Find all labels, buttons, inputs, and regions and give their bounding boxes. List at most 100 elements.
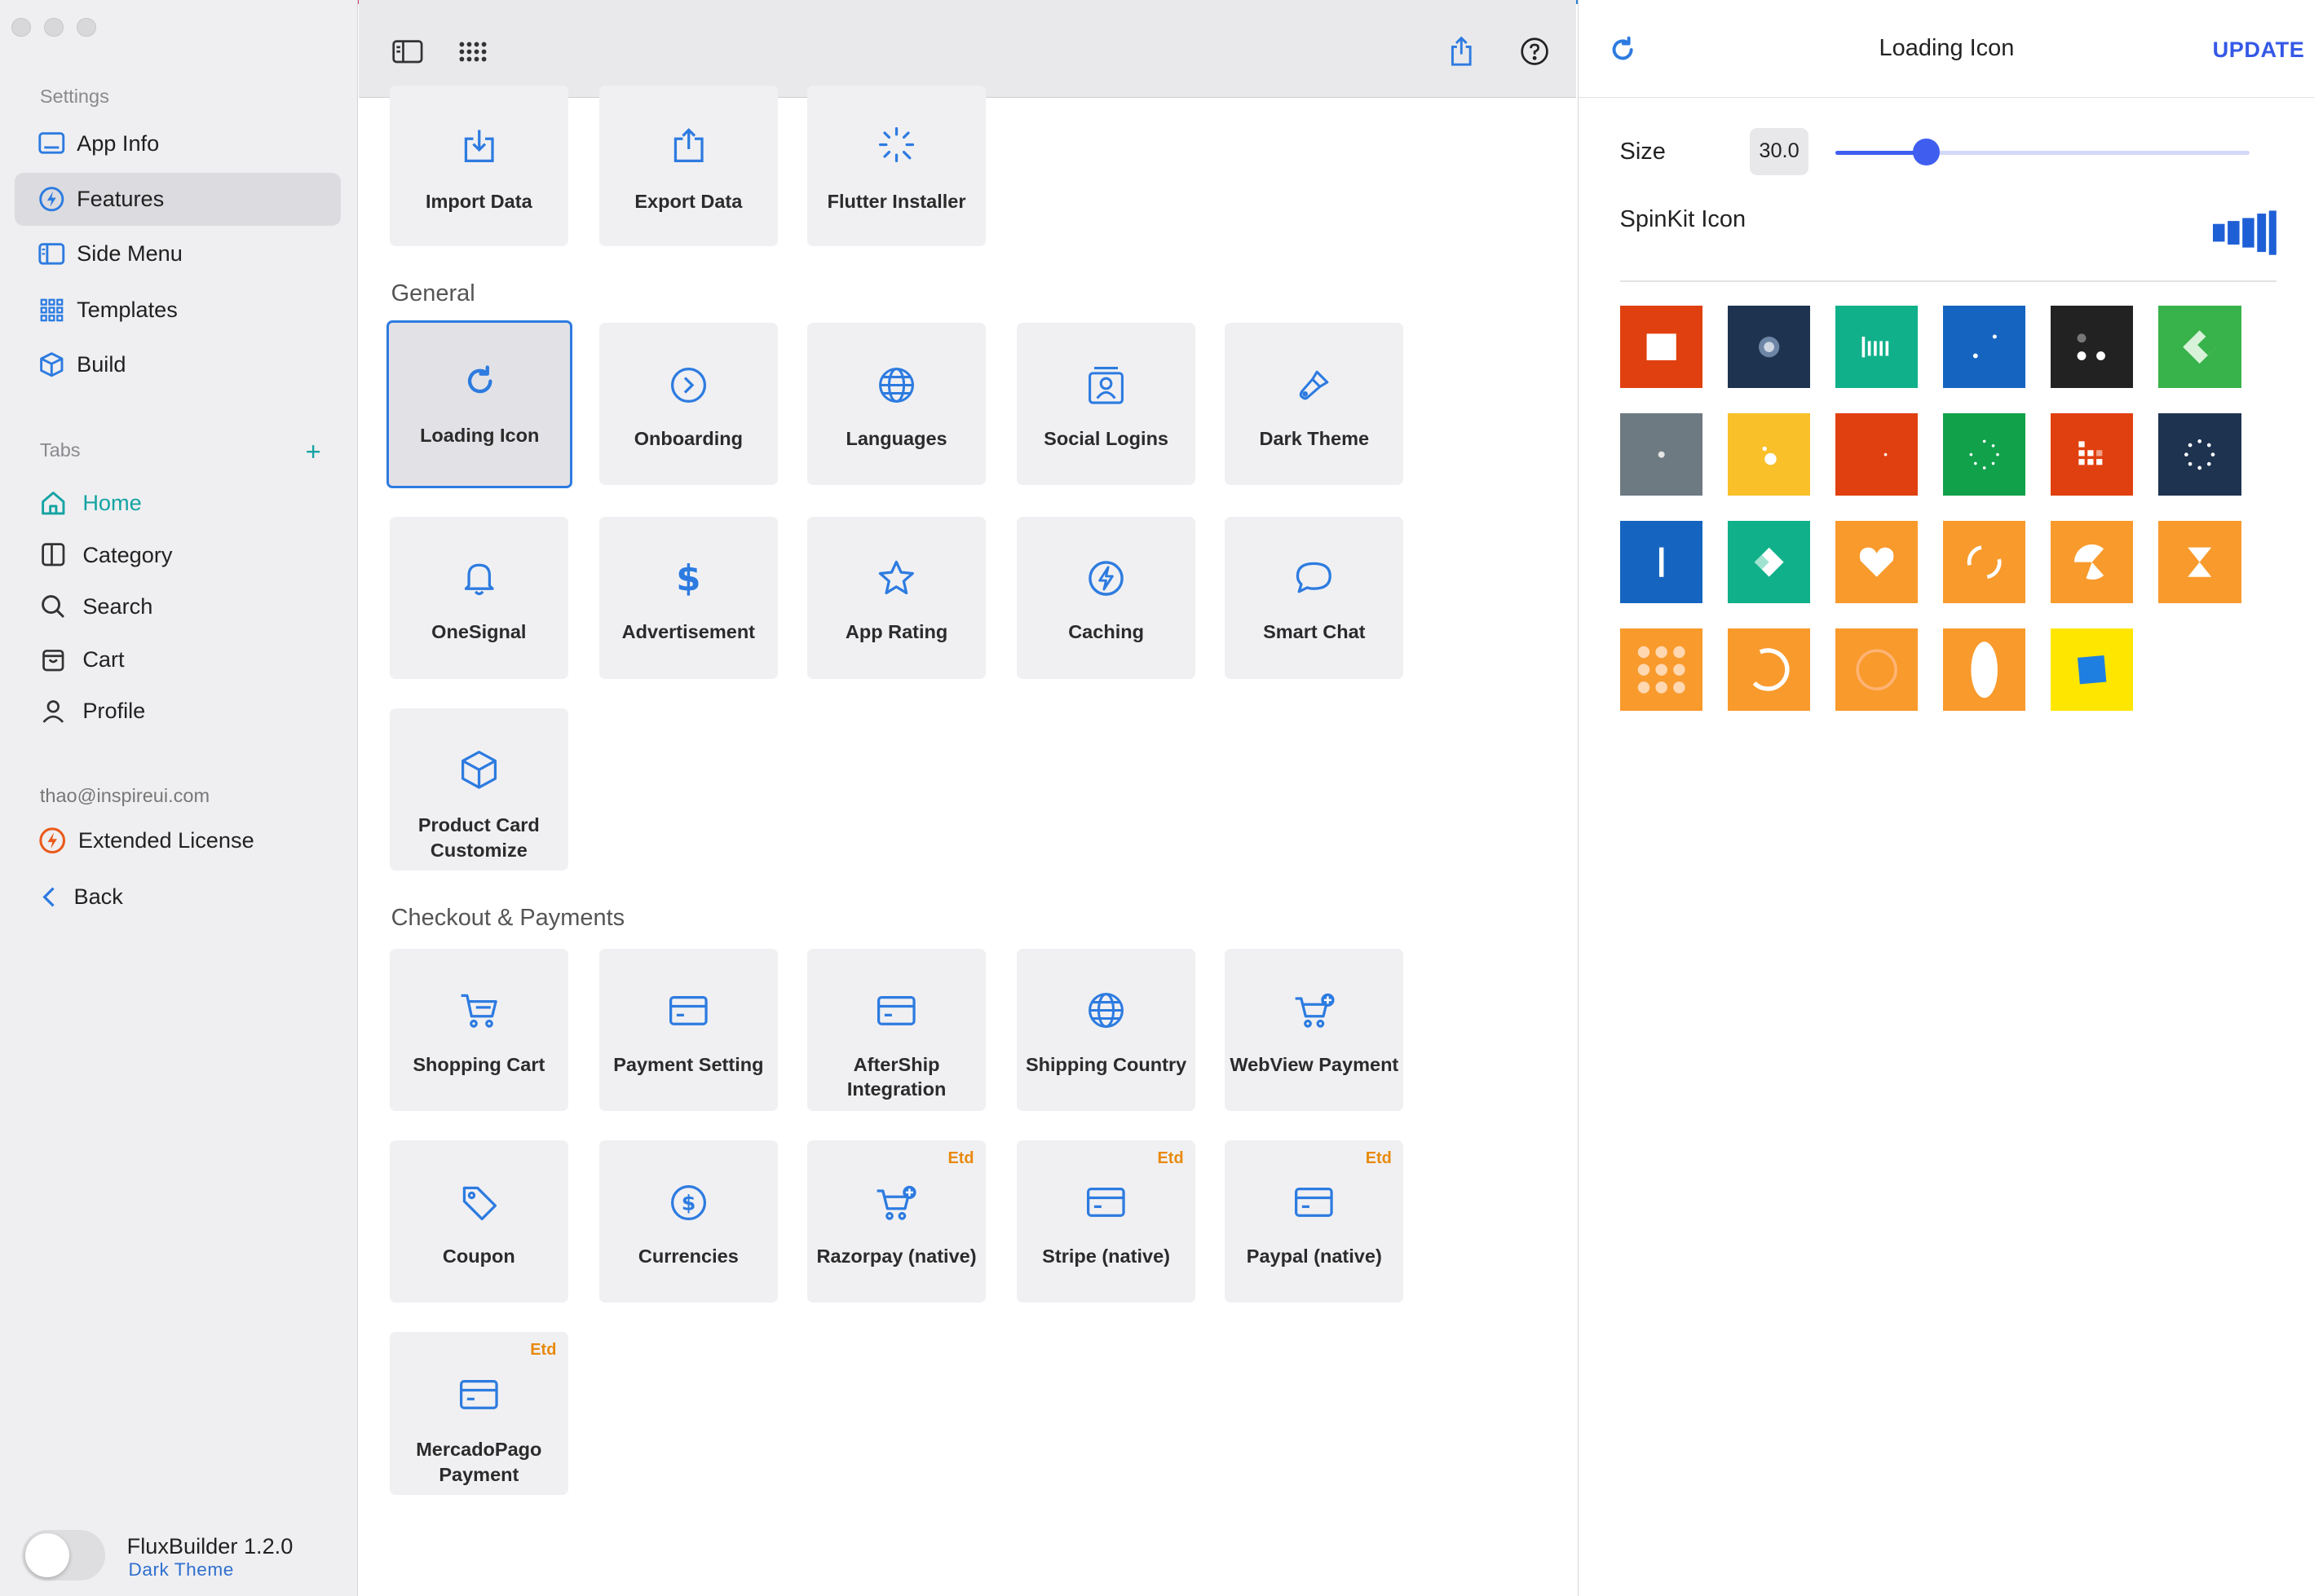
spinkit-glyph-icon <box>1969 439 1999 470</box>
tag-icon <box>390 1182 568 1223</box>
feature-card-product-card-customize[interactable]: Product Card Customize <box>389 708 568 871</box>
feature-card-flutter-installer[interactable]: Flutter Installer <box>807 85 987 247</box>
feature-card-paypal[interactable]: Etd Paypal (native) <box>1225 1140 1404 1303</box>
feature-card-smart-chat[interactable]: Smart Chat <box>1225 516 1404 679</box>
sidebar-item-side-menu[interactable]: Side Menu <box>15 227 341 280</box>
etd-badge: Etd <box>947 1149 974 1167</box>
spinkit-option-tile[interactable] <box>1619 520 1702 604</box>
feature-card-razorpay[interactable]: Etd Razorpay (native) <box>807 1140 987 1303</box>
spinkit-option-tile[interactable] <box>2051 305 2134 389</box>
feature-card-currencies[interactable]: $ Currencies <box>598 1140 778 1303</box>
spinkit-option-tile[interactable] <box>1835 412 1919 496</box>
tab-cart[interactable]: Cart <box>38 637 125 681</box>
tab-profile[interactable]: Profile <box>38 689 145 733</box>
spinkit-option-tile[interactable] <box>1727 305 1811 389</box>
feature-card-social-logins[interactable]: Social Logins <box>1017 323 1196 486</box>
size-slider-handle[interactable] <box>1913 139 1940 165</box>
spinkit-option-tile[interactable] <box>1942 305 2026 389</box>
tab-label: Home <box>82 490 142 516</box>
sidebar-item-templates[interactable]: Templates <box>15 284 341 337</box>
feature-card-import-data[interactable]: Import Data <box>389 85 568 247</box>
spinkit-option-tile[interactable] <box>1942 412 2026 496</box>
spinkit-glyph-icon <box>2183 329 2219 364</box>
dollar-icon: $ <box>676 558 701 599</box>
card-label: WebView Payment <box>1230 1053 1399 1075</box>
spinkit-option-tile[interactable] <box>2051 412 2134 496</box>
feature-card-mercadopago[interactable]: Etd MercadoPago Payment <box>389 1332 568 1495</box>
window-zoom-button[interactable] <box>77 17 96 37</box>
sidebar-item-app-info[interactable]: App Info <box>15 117 341 170</box>
card-label: OneSignal <box>431 621 527 643</box>
feature-card-shipping-country[interactable]: Shipping Country <box>1017 948 1196 1111</box>
spinkit-glyph-icon <box>1658 547 1663 577</box>
feature-card-export-data[interactable]: Export Data <box>598 85 778 247</box>
tab-category[interactable]: Category <box>38 532 172 576</box>
tab-home[interactable]: Home <box>38 481 142 525</box>
feature-card-coupon[interactable]: Coupon <box>389 1140 568 1303</box>
feature-card-caching[interactable]: Caching <box>1017 516 1196 679</box>
spinkit-option-tile[interactable] <box>1619 628 1702 712</box>
spinkit-option-tile[interactable] <box>2051 628 2134 712</box>
spinkit-option-tile[interactable] <box>1727 412 1811 496</box>
window-minimize-button[interactable] <box>44 17 64 37</box>
apps-grid-icon[interactable] <box>456 35 488 68</box>
feature-card-onboarding[interactable]: Onboarding <box>598 323 778 486</box>
feature-card-webview-payment[interactable]: WebView Payment <box>1225 948 1404 1111</box>
etd-badge: Etd <box>530 1341 557 1360</box>
feature-card-onesignal[interactable]: OneSignal <box>389 516 568 679</box>
add-tab-button[interactable]: + <box>306 438 321 465</box>
help-icon[interactable] <box>1518 35 1551 68</box>
tabs-section-label: Tabs <box>39 439 81 461</box>
spinkit-option-tile[interactable] <box>1727 628 1811 712</box>
extended-license-link[interactable]: Extended License <box>38 827 254 854</box>
panel-header: Loading Icon UPDATE <box>1578 0 2314 99</box>
size-value-field[interactable]: 30.0 <box>1749 128 1809 176</box>
feature-card-languages[interactable]: Languages <box>807 323 987 486</box>
license-bolt-icon <box>38 827 66 854</box>
feature-card-loading-icon[interactable]: Loading Icon <box>386 320 573 489</box>
spinkit-option-tile[interactable] <box>1619 305 1702 389</box>
card-label: Dark Theme <box>1259 428 1370 450</box>
sidebar-item-build[interactable]: Build <box>15 337 341 390</box>
tab-search[interactable]: Search <box>38 584 152 628</box>
back-button[interactable]: Back <box>42 884 123 910</box>
sidebar-item-features[interactable]: Features <box>15 172 342 226</box>
loading-icon-panel: Loading Icon UPDATE Size 30.0 SpinKit Ic… <box>1577 0 2314 1596</box>
feature-card-shopping-cart[interactable]: Shopping Cart <box>389 948 568 1111</box>
spinkit-option-tile[interactable] <box>2158 520 2241 604</box>
chevron-left-icon <box>42 885 56 909</box>
spinkit-glyph-icon <box>1754 547 1784 577</box>
card-label: Currencies <box>638 1245 739 1267</box>
spinkit-option-tile[interactable] <box>1942 628 2026 712</box>
feature-card-app-rating[interactable]: App Rating <box>807 516 987 679</box>
card-label: Flutter Installer <box>827 190 966 212</box>
spinkit-option-tile[interactable] <box>1835 628 1919 712</box>
feature-card-stripe[interactable]: Etd Stripe (native) <box>1017 1140 1196 1303</box>
spinkit-option-tile[interactable] <box>2051 520 2134 604</box>
share-icon[interactable] <box>1445 35 1477 68</box>
sidebar-toggle-icon[interactable] <box>391 35 424 68</box>
feature-card-dark-theme[interactable]: Dark Theme <box>1225 323 1404 486</box>
spinkit-option-tile[interactable] <box>1942 520 2026 604</box>
feature-card-advertisement[interactable]: $ Advertisement <box>598 516 778 679</box>
feature-card-aftership-integration[interactable]: AfterShip Integration <box>807 948 987 1111</box>
spinkit-option-tile[interactable] <box>2158 305 2241 389</box>
dollar-circle-icon: $ <box>599 1182 778 1223</box>
feature-card-payment-setting[interactable]: Payment Setting <box>598 948 778 1111</box>
shopping-bag-icon <box>38 645 68 674</box>
window-close-button[interactable] <box>11 17 32 37</box>
spinkit-preview-icon <box>2213 206 2278 257</box>
dark-theme-toggle[interactable] <box>22 1529 105 1581</box>
spinkit-option-tile[interactable] <box>1835 305 1919 389</box>
spinkit-option-tile[interactable] <box>1727 520 1811 604</box>
card-label: Social Logins <box>1044 428 1169 450</box>
card-label: Export Data <box>634 190 743 212</box>
size-slider[interactable] <box>1835 139 2250 165</box>
update-button[interactable]: UPDATE <box>2213 37 2305 63</box>
tab-label: Profile <box>82 698 146 724</box>
sidebar-item-label: Build <box>77 351 126 377</box>
import-icon <box>390 124 568 165</box>
spinkit-option-tile[interactable] <box>1619 412 1702 496</box>
spinkit-option-tile[interactable] <box>1835 520 1919 604</box>
spinkit-option-tile[interactable] <box>2158 412 2241 496</box>
